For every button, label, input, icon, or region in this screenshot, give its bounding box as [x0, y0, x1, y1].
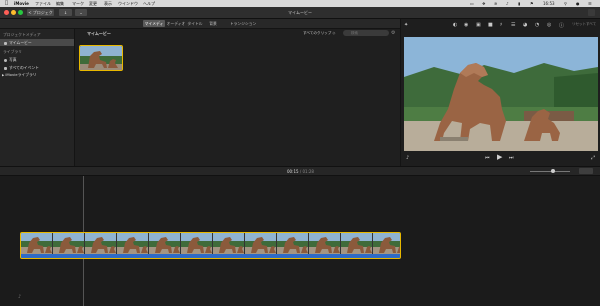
spotlight-icon[interactable]: ⚲ [564, 0, 567, 7]
dinosaur-preview-image [404, 37, 598, 151]
stabilization-icon[interactable]: ■ [488, 22, 493, 28]
sidebar-item-label: 写真 [9, 57, 17, 62]
menu-app-name[interactable]: iMovie [14, 0, 29, 7]
crop-icon[interactable]: ▣ [476, 22, 481, 28]
info-icon[interactable]: ⓘ [559, 22, 564, 29]
window-toolbar: < プロジェクト ↓ ⌄ マイムービー [0, 7, 600, 22]
imovie-screen:  iMovie ファイル 編集 マーク 変更 表示 ウインドウ ヘルプ ▭ ❖… [0, 0, 600, 306]
skip-back-icon[interactable]: ⏮ [485, 155, 490, 161]
menu-help[interactable]: ヘルプ [143, 0, 155, 7]
speed-icon[interactable]: ◕ [523, 22, 527, 28]
share-icon[interactable] [588, 9, 595, 16]
zoom-slider-handle[interactable] [551, 169, 555, 173]
timeline-video-clip[interactable] [20, 232, 401, 259]
volume-icon[interactable]: ♯ [500, 22, 502, 28]
airplay-icon[interactable]: ▭ [470, 0, 474, 7]
total-duration: 01:28 [302, 169, 314, 174]
tab-my-media[interactable]: マイメディア [143, 20, 165, 33]
search-input[interactable] [343, 30, 389, 36]
sidebar-item-photos[interactable]: 写真 [4, 57, 17, 63]
menu-window[interactable]: ウインドウ [118, 0, 138, 7]
timecode-display: 00:15 / 01:28 [287, 169, 314, 174]
film-icon [4, 41, 7, 45]
tab-audio[interactable]: オーディオ [166, 20, 186, 27]
gear-icon[interactable]: ⚙ [391, 30, 395, 36]
menu-clock[interactable]: 16:53 [543, 0, 555, 7]
color-correction-icon[interactable]: ◉ [464, 22, 468, 28]
menu-bar:  iMovie ファイル 編集 マーク 変更 表示 ウインドウ ヘルプ ▭ ❖… [0, 0, 600, 7]
flag-icon[interactable]: ⚑ [530, 0, 534, 7]
wifi-icon[interactable]: ≋ [494, 0, 497, 7]
sidebar-item-label: すべてのイベント [9, 65, 39, 70]
events-icon [4, 66, 7, 70]
window-title: マイムービー [288, 10, 312, 15]
library-heading: ライブラリ [3, 49, 22, 54]
color-balance-icon[interactable]: ◐ [453, 22, 457, 28]
tab-transitions[interactable]: トランジション [228, 20, 258, 27]
tab-backgrounds[interactable]: 背景 [208, 20, 218, 27]
browser-title: マイムービー [87, 31, 111, 36]
menu-edit[interactable]: 編集 [56, 0, 64, 7]
fullscreen-icon[interactable]: ⤢ [591, 155, 595, 161]
bluetooth-icon[interactable]: ❖ [482, 0, 486, 7]
media-clip-thumbnail[interactable] [79, 45, 123, 71]
menu-mark[interactable]: マーク [72, 0, 84, 7]
sidebar-item-imovie-library[interactable]: ▶iMovieライブラリ [2, 72, 37, 78]
menu-file[interactable]: ファイル [35, 0, 51, 7]
reset-all-button[interactable]: リセットすべて [572, 22, 596, 27]
timeline-settings-button[interactable] [579, 168, 593, 174]
noise-reduction-icon[interactable]: ◔ [535, 22, 539, 28]
menu-modify[interactable]: 変更 [89, 0, 97, 7]
project-media-heading: プロジェクトメディア [3, 32, 41, 37]
current-time: 00:15 [287, 169, 299, 174]
timecode-bar: 00:15 / 01:28 [0, 166, 600, 176]
play-icon[interactable]: ▶ [497, 153, 502, 161]
microphone-icon[interactable]: ♪ [406, 155, 409, 161]
disclosure-triangle-icon[interactable]: ▶ [2, 73, 4, 77]
viewer-panel: ✦ ◐ ◉ ▣ ■ ♯ ☰ ◕ ◔ ◎ ⓘ リセットすべて ♪ ⏮ ▶ ⏭ ⤢ [400, 19, 600, 166]
apple-icon[interactable]:  [5, 0, 8, 7]
menu-view[interactable]: 表示 [104, 0, 112, 7]
photos-icon [4, 58, 7, 62]
media-browser: マイムービー すべてのクリップ ◇ ⚲ ⚙ [75, 29, 400, 166]
dinosaur-thumbnail-image [80, 46, 122, 70]
sidebar-item-my-movie[interactable]: マイムービー [0, 39, 74, 46]
battery-icon[interactable]: ▮ [518, 0, 520, 7]
libraries-sidebar: プロジェクトメディア マイムービー ライブラリ 写真 すべてのイベント ▶iMo… [0, 29, 75, 166]
user-icon[interactable]: ● [576, 0, 580, 7]
zoom-slider-track[interactable] [530, 171, 570, 172]
timeline[interactable]: ♪ [0, 176, 600, 306]
sidebar-item-all-events[interactable]: すべてのイベント [4, 65, 39, 71]
magic-wand-icon[interactable]: ✦ [404, 22, 408, 28]
voiceover-icon[interactable]: ♪ [18, 294, 21, 300]
clip-filter-dropdown[interactable]: すべてのクリップ ◇ [303, 31, 335, 36]
audio-waveform [21, 254, 400, 258]
clip-filter-icon[interactable]: ◎ [547, 22, 551, 28]
equalizer-icon[interactable]: ☰ [511, 22, 515, 28]
sidebar-item-label: マイムービー [9, 40, 32, 45]
video-preview [404, 37, 598, 151]
notification-icon[interactable]: ☰ [588, 0, 592, 7]
tab-titles[interactable]: タイトル [186, 20, 204, 27]
browser-tabs: マイメディア オーディオ タイトル 背景 トランジション [0, 19, 400, 33]
volume-icon[interactable]: ♪ [506, 0, 509, 7]
skip-forward-icon[interactable]: ⏭ [509, 155, 514, 161]
sidebar-item-label: iMovieライブラリ [5, 72, 37, 77]
timeline-filmstrip [21, 233, 400, 256]
